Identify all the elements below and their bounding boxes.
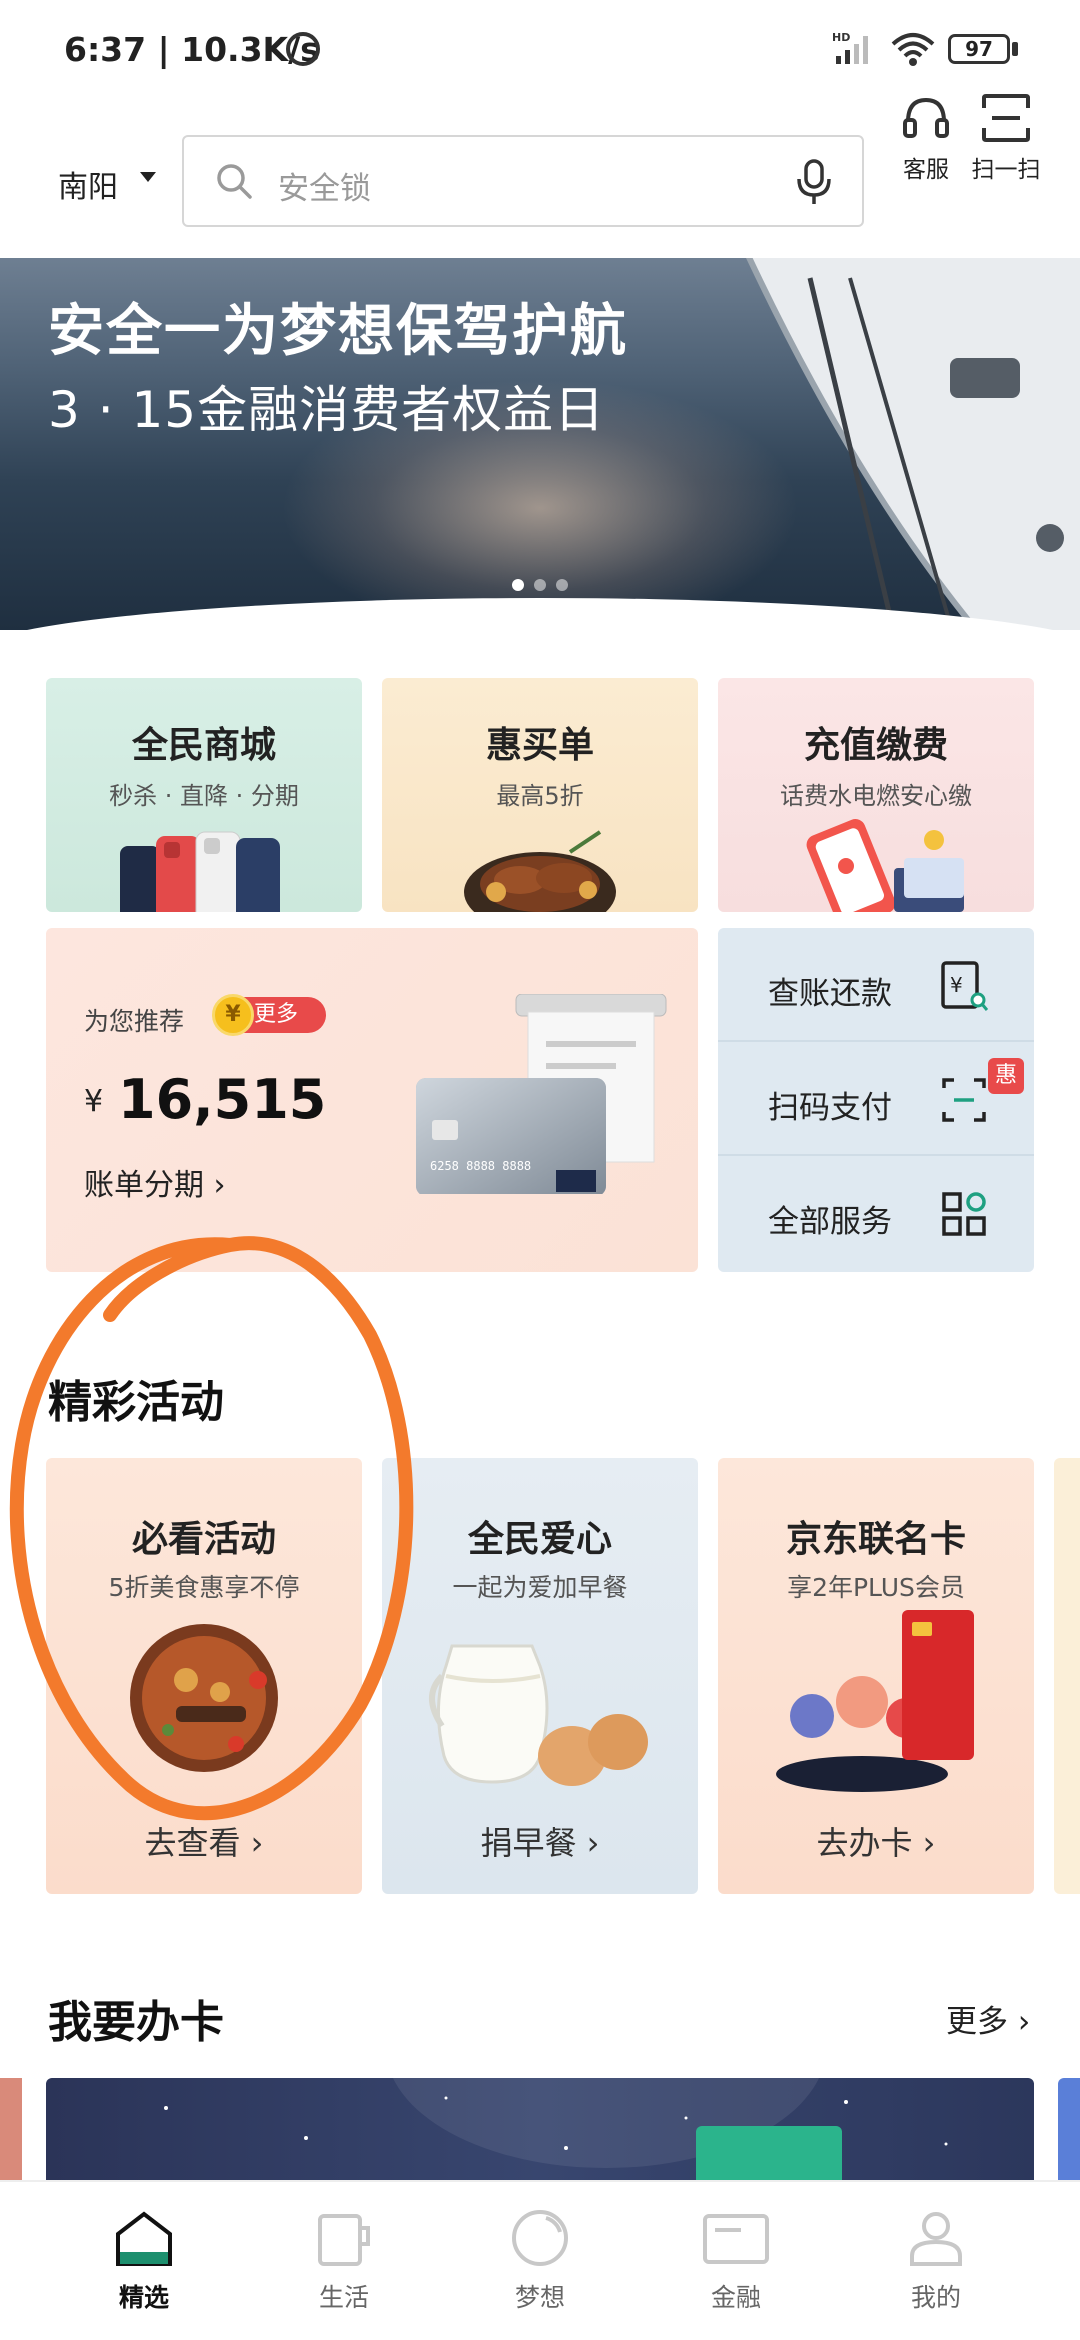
wifi-icon <box>891 33 935 66</box>
scan-icon <box>982 94 1030 142</box>
nav-label: 我的 <box>910 2283 961 2312</box>
currency-symbol: ¥ <box>84 1084 104 1119</box>
svg-text:¥: ¥ <box>950 973 963 997</box>
carousel-dot <box>534 579 546 591</box>
carousel-indicator <box>512 576 578 595</box>
bill-search-icon: ¥ <box>941 961 988 1011</box>
promo-banner[interactable]: 安全一为梦想保驾护航 3 · 15金融消费者权益日 <box>0 258 1080 630</box>
discount-pay-title: 惠买单 <box>485 725 594 766</box>
apply-card-banner[interactable] <box>46 2078 1034 2180</box>
starfield-image <box>164 2078 948 2180</box>
apply-card-prev-peek[interactable] <box>0 2078 22 2180</box>
nav-tab-me[interactable]: 我的 <box>856 2208 1016 2314</box>
search-placeholder: 安全锁 <box>278 171 371 207</box>
header: 南阳 安全锁 客服 扫一扫 <box>0 94 1080 258</box>
bill-installment-link[interactable]: 账单分期 › <box>84 1160 226 1204</box>
mall-card[interactable]: 全民商城 秒杀 · 直降 · 分期 <box>46 678 362 912</box>
check-bill-label: 查账还款 <box>768 976 892 1012</box>
topup-card[interactable]: 充值缴费 话费水电燃安心缴 <box>718 678 1034 912</box>
topup-title: 充值缴费 <box>803 725 948 766</box>
all-services-label: 全部服务 <box>768 1204 892 1240</box>
discount-pay-card[interactable]: 惠买单 最高5折 <box>382 678 698 912</box>
scan-pay-icon <box>942 1078 986 1122</box>
nav-tab-finance[interactable]: 金融 <box>656 2208 816 2314</box>
signal-icon: HD <box>832 31 868 64</box>
recommend-label: 为您推荐 <box>84 1007 185 1036</box>
scan-pay-item[interactable]: 扫码支付 惠 <box>718 1042 1034 1156</box>
card-number: 6258 8888 8888 <box>430 1159 531 1173</box>
status-bar: 6:37 | 10.3K/s HD 97 <box>0 0 1080 100</box>
card-icon <box>703 2214 769 2264</box>
grid-icon <box>942 1192 986 1236</box>
activity-card-cta[interactable]: 去办卡 › <box>718 1818 1034 1864</box>
bottom-navigation: 精选 生活 梦想 金融 我的 <box>0 2180 1080 2340</box>
installment-amount: 16,515 <box>118 1068 327 1131</box>
activity-card-jd-card[interactable]: 京东联名卡 享2年PLUS会员 去办卡 › <box>718 1458 1034 1894</box>
status-time: 6:37 | 10.3K/s <box>64 30 320 69</box>
carousel-dot <box>556 579 568 591</box>
nav-tab-featured[interactable]: 精选 <box>64 2208 224 2314</box>
yacht-image <box>746 258 1080 630</box>
nav-tab-dream[interactable]: 梦想 <box>460 2208 620 2314</box>
nav-label: 精选 <box>118 2283 169 2312</box>
activity-card-next-peek[interactable] <box>1054 1458 1080 1894</box>
all-services-item[interactable]: 全部服务 <box>718 1156 1034 1270</box>
nav-tab-life[interactable]: 生活 <box>264 2208 424 2314</box>
jd-card-image <box>776 1610 974 1792</box>
customer-service-button[interactable]: 客服 <box>886 92 966 184</box>
alarm-icon <box>286 32 320 66</box>
nav-label: 金融 <box>710 2283 761 2312</box>
apply-card-title: 我要办卡 <box>48 1997 224 2048</box>
microphone-icon[interactable] <box>794 157 834 207</box>
search-icon <box>217 164 252 199</box>
network-type: HD <box>832 31 850 44</box>
mall-card-title: 全民商城 <box>131 725 276 766</box>
recommend-card[interactable]: 为您推荐 更多 ¥ ¥ 16,515 账单分期 › 6258 8888 8888 <box>46 928 698 1272</box>
coin-icon: ¥ <box>212 994 254 1036</box>
nav-label: 梦想 <box>514 2283 565 2312</box>
steak-image <box>464 830 616 912</box>
scan-button[interactable]: 扫一扫 <box>966 92 1046 184</box>
activity-card-subtitle: 享2年PLUS会员 <box>787 1573 965 1602</box>
city-selector[interactable]: 南阳 <box>58 162 118 206</box>
phone-bills-image <box>806 819 964 912</box>
nav-label: 生活 <box>318 2283 369 2312</box>
scan-pay-label: 扫码支付 <box>768 1090 892 1126</box>
banner-subtitle: 3 · 15金融消费者权益日 <box>48 381 606 439</box>
check-bill-repay-item[interactable]: 查账还款 ¥ <box>718 928 1034 1042</box>
profile-icon <box>910 2212 962 2266</box>
search-input[interactable]: 安全锁 <box>182 135 864 227</box>
annotation-circle <box>9 1236 414 1821</box>
scan-label: 扫一扫 <box>971 157 1041 183</box>
apply-card-next-peek[interactable] <box>1058 2078 1080 2180</box>
battery-icon: 97 <box>948 34 1010 64</box>
caret-down-icon[interactable] <box>140 172 156 182</box>
banner-title: 安全一为梦想保驾护航 <box>48 299 628 364</box>
credit-card-image: 6258 8888 8888 <box>416 994 667 1194</box>
mall-card-subtitle: 秒杀 · 直降 · 分期 <box>109 782 299 810</box>
topup-subtitle: 话费水电燃安心缴 <box>780 782 972 810</box>
apply-card-more-link[interactable]: 更多 › <box>946 1996 1030 2041</box>
services-panel: 查账还款 ¥ 扫码支付 惠 全部服务 <box>718 928 1034 1272</box>
discount-badge: 惠 <box>988 1058 1024 1094</box>
phones-image <box>120 831 280 912</box>
activity-card-title: 京东联名卡 <box>785 1519 966 1560</box>
carousel-dot-active <box>512 579 524 591</box>
customer-service-label: 客服 <box>903 157 949 183</box>
dream-icon <box>512 2210 568 2266</box>
home-icon <box>116 2211 172 2266</box>
milk-eggs-image <box>429 1644 648 1786</box>
battery-cap <box>1012 42 1018 56</box>
headset-icon <box>903 97 949 138</box>
cup-icon <box>318 2214 370 2266</box>
discount-pay-subtitle: 最高5折 <box>496 782 584 810</box>
